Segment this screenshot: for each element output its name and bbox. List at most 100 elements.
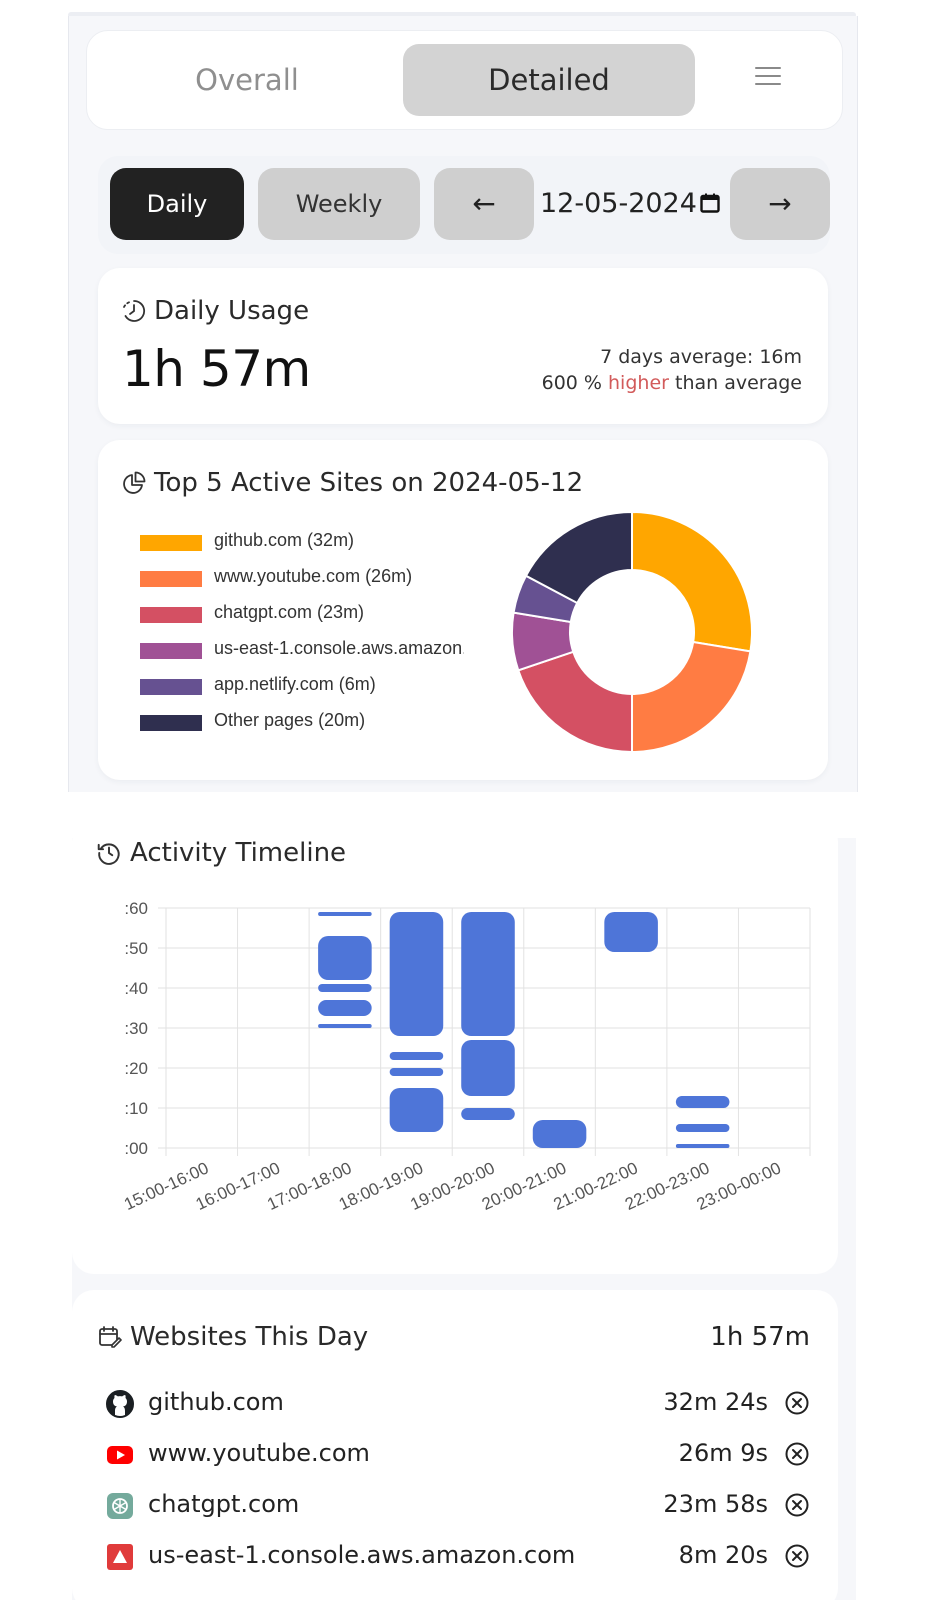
history-icon bbox=[97, 843, 120, 865]
legend-swatch bbox=[140, 679, 202, 695]
timeline-heading: Activity Timeline bbox=[96, 838, 346, 868]
website-name[interactable]: us-east-1.console.aws.amazon.com bbox=[148, 1541, 575, 1569]
y-tick-label: :10 bbox=[124, 1099, 148, 1118]
activity-bar[interactable] bbox=[461, 1108, 515, 1120]
next-day-button[interactable]: → bbox=[730, 168, 830, 240]
legend-item[interactable]: us-east-1.console.aws.amazon.com (9m) bbox=[140, 636, 470, 672]
website-row[interactable]: chatgpt.com 23m 58s bbox=[102, 1486, 810, 1526]
legend-item[interactable]: www.youtube.com (26m) bbox=[140, 564, 470, 600]
calendar-edit-icon bbox=[99, 1326, 122, 1348]
activity-bar[interactable] bbox=[389, 912, 444, 1036]
y-tick-label: :20 bbox=[124, 1059, 148, 1078]
seven-day-average: 7 days average: 16m bbox=[600, 346, 802, 368]
activity-bar[interactable] bbox=[532, 1120, 587, 1148]
tab-detailed[interactable]: Detailed bbox=[403, 44, 695, 116]
legend-swatch bbox=[140, 643, 202, 659]
legend-item[interactable]: app.netlify.com (6m) bbox=[140, 672, 470, 708]
website-name[interactable]: www.youtube.com bbox=[148, 1439, 370, 1467]
legend-item[interactable]: github.com (32m) bbox=[140, 528, 470, 564]
date-input[interactable]: 12-05-2024 bbox=[538, 168, 726, 240]
website-row[interactable]: www.youtube.com 26m 9s bbox=[102, 1435, 810, 1475]
legend-label: chatgpt.com (23m) bbox=[214, 602, 365, 622]
legend-swatch bbox=[140, 571, 202, 587]
timeline-title: Activity Timeline bbox=[130, 838, 347, 868]
website-name[interactable]: chatgpt.com bbox=[148, 1490, 299, 1518]
activity-bar[interactable] bbox=[318, 936, 372, 980]
activity-bar[interactable] bbox=[318, 984, 372, 992]
y-tick-label: :30 bbox=[124, 1019, 148, 1038]
previous-day-button[interactable]: ← bbox=[434, 168, 534, 240]
activity-bar[interactable] bbox=[318, 1024, 372, 1028]
donut-slice[interactable] bbox=[517, 650, 633, 754]
website-row[interactable]: github.com 32m 24s bbox=[102, 1384, 810, 1424]
donut-slice[interactable] bbox=[631, 510, 753, 653]
activity-bar[interactable] bbox=[318, 912, 372, 916]
daily-usage-heading: Daily Usage bbox=[122, 296, 309, 326]
comparison-rest: than average bbox=[675, 372, 802, 394]
activity-bar[interactable] bbox=[461, 1040, 515, 1096]
tab-overall[interactable]: Overall bbox=[157, 44, 337, 116]
legend-swatch bbox=[140, 535, 202, 551]
activity-bar[interactable] bbox=[389, 1088, 444, 1132]
usage-comparison: 7 days average: 16m 600 % higher than av… bbox=[542, 344, 802, 396]
comparison-percent: 600 % bbox=[541, 372, 602, 394]
website-name[interactable]: github.com bbox=[148, 1388, 284, 1416]
websites-heading: Websites This Day bbox=[98, 1322, 368, 1352]
period-controls: Daily Weekly ← 12-05-2024 → bbox=[98, 156, 830, 254]
legend-swatch bbox=[140, 715, 202, 731]
daily-usage-title: Daily Usage bbox=[154, 296, 310, 326]
legend-label: www.youtube.com (26m) bbox=[214, 566, 413, 586]
legend-swatch bbox=[140, 607, 202, 623]
activity-bar[interactable] bbox=[318, 1000, 372, 1016]
website-time: 32m 24s bbox=[663, 1388, 768, 1416]
remove-icon[interactable] bbox=[784, 1543, 810, 1569]
comparison-word: higher bbox=[608, 372, 669, 394]
activity-bar[interactable] bbox=[675, 1096, 730, 1108]
view-tabs: Overall Detailed bbox=[86, 30, 843, 130]
activity-timeline-card: Activity Timeline :60:50:40:30:20:10:00 1… bbox=[72, 820, 838, 1274]
websites-total: 1h 57m bbox=[710, 1322, 810, 1352]
top-sites-title: Top 5 Active Sites on 2024-05-12 bbox=[154, 468, 584, 498]
date-value: 12-05-2024 bbox=[540, 188, 697, 219]
activity-bar[interactable] bbox=[461, 912, 515, 1036]
donut-slice[interactable] bbox=[631, 640, 752, 754]
website-time: 23m 58s bbox=[663, 1490, 768, 1518]
remove-icon[interactable] bbox=[784, 1441, 810, 1467]
legend-label: Other pages (20m) bbox=[214, 710, 366, 730]
remove-icon[interactable] bbox=[784, 1390, 810, 1416]
website-time: 26m 9s bbox=[678, 1439, 768, 1467]
websites-card: Websites This Day 1h 57m github.com 32m … bbox=[72, 1290, 838, 1610]
y-tick-label: :00 bbox=[124, 1139, 148, 1158]
website-time: 8m 20s bbox=[678, 1541, 768, 1569]
y-tick-label: :50 bbox=[124, 939, 148, 958]
weekly-button[interactable]: Weekly bbox=[258, 168, 420, 240]
activity-bar[interactable] bbox=[675, 1144, 730, 1148]
top-sites-card: Top 5 Active Sites on 2024-05-12 github.… bbox=[98, 440, 828, 780]
calendar-icon[interactable] bbox=[700, 193, 720, 213]
average-comparison: 600 % higher than average bbox=[542, 370, 802, 396]
y-tick-label: :40 bbox=[124, 979, 148, 998]
top-sites-heading: Top 5 Active Sites on 2024-05-12 bbox=[122, 468, 583, 498]
github-icon bbox=[106, 1390, 134, 1418]
daily-usage-card: Daily Usage 1h 57m 7 days average: 16m 6… bbox=[98, 268, 828, 424]
legend-label: app.netlify.com (6m) bbox=[214, 674, 376, 694]
y-tick-label: :60 bbox=[124, 899, 148, 918]
activity-bar[interactable] bbox=[389, 1052, 444, 1060]
activity-bar[interactable] bbox=[675, 1124, 730, 1132]
youtube-icon bbox=[107, 1446, 133, 1464]
remove-icon[interactable] bbox=[784, 1492, 810, 1518]
legend-item[interactable]: chatgpt.com (23m) bbox=[140, 600, 470, 636]
activity-bar[interactable] bbox=[389, 1068, 444, 1076]
legend-label: us-east-1.console.aws.amazon.com (9m) bbox=[214, 638, 464, 658]
legend-label: github.com (32m) bbox=[214, 530, 355, 550]
clock-check-icon bbox=[123, 300, 146, 322]
daily-button[interactable]: Daily bbox=[110, 168, 244, 240]
website-row[interactable]: us-east-1.console.aws.amazon.com 8m 20s bbox=[102, 1537, 810, 1577]
aws-icon bbox=[107, 1544, 133, 1570]
activity-timeline-chart: :60:50:40:30:20:10:0015:00-16:0016:00-17… bbox=[121, 899, 811, 1214]
daily-usage-total: 1h 57m bbox=[122, 340, 311, 398]
activity-bar[interactable] bbox=[604, 912, 658, 952]
menu-icon[interactable] bbox=[755, 67, 781, 87]
websites-title: Websites This Day bbox=[130, 1322, 369, 1352]
legend-item[interactable]: Other pages (20m) bbox=[140, 708, 470, 744]
